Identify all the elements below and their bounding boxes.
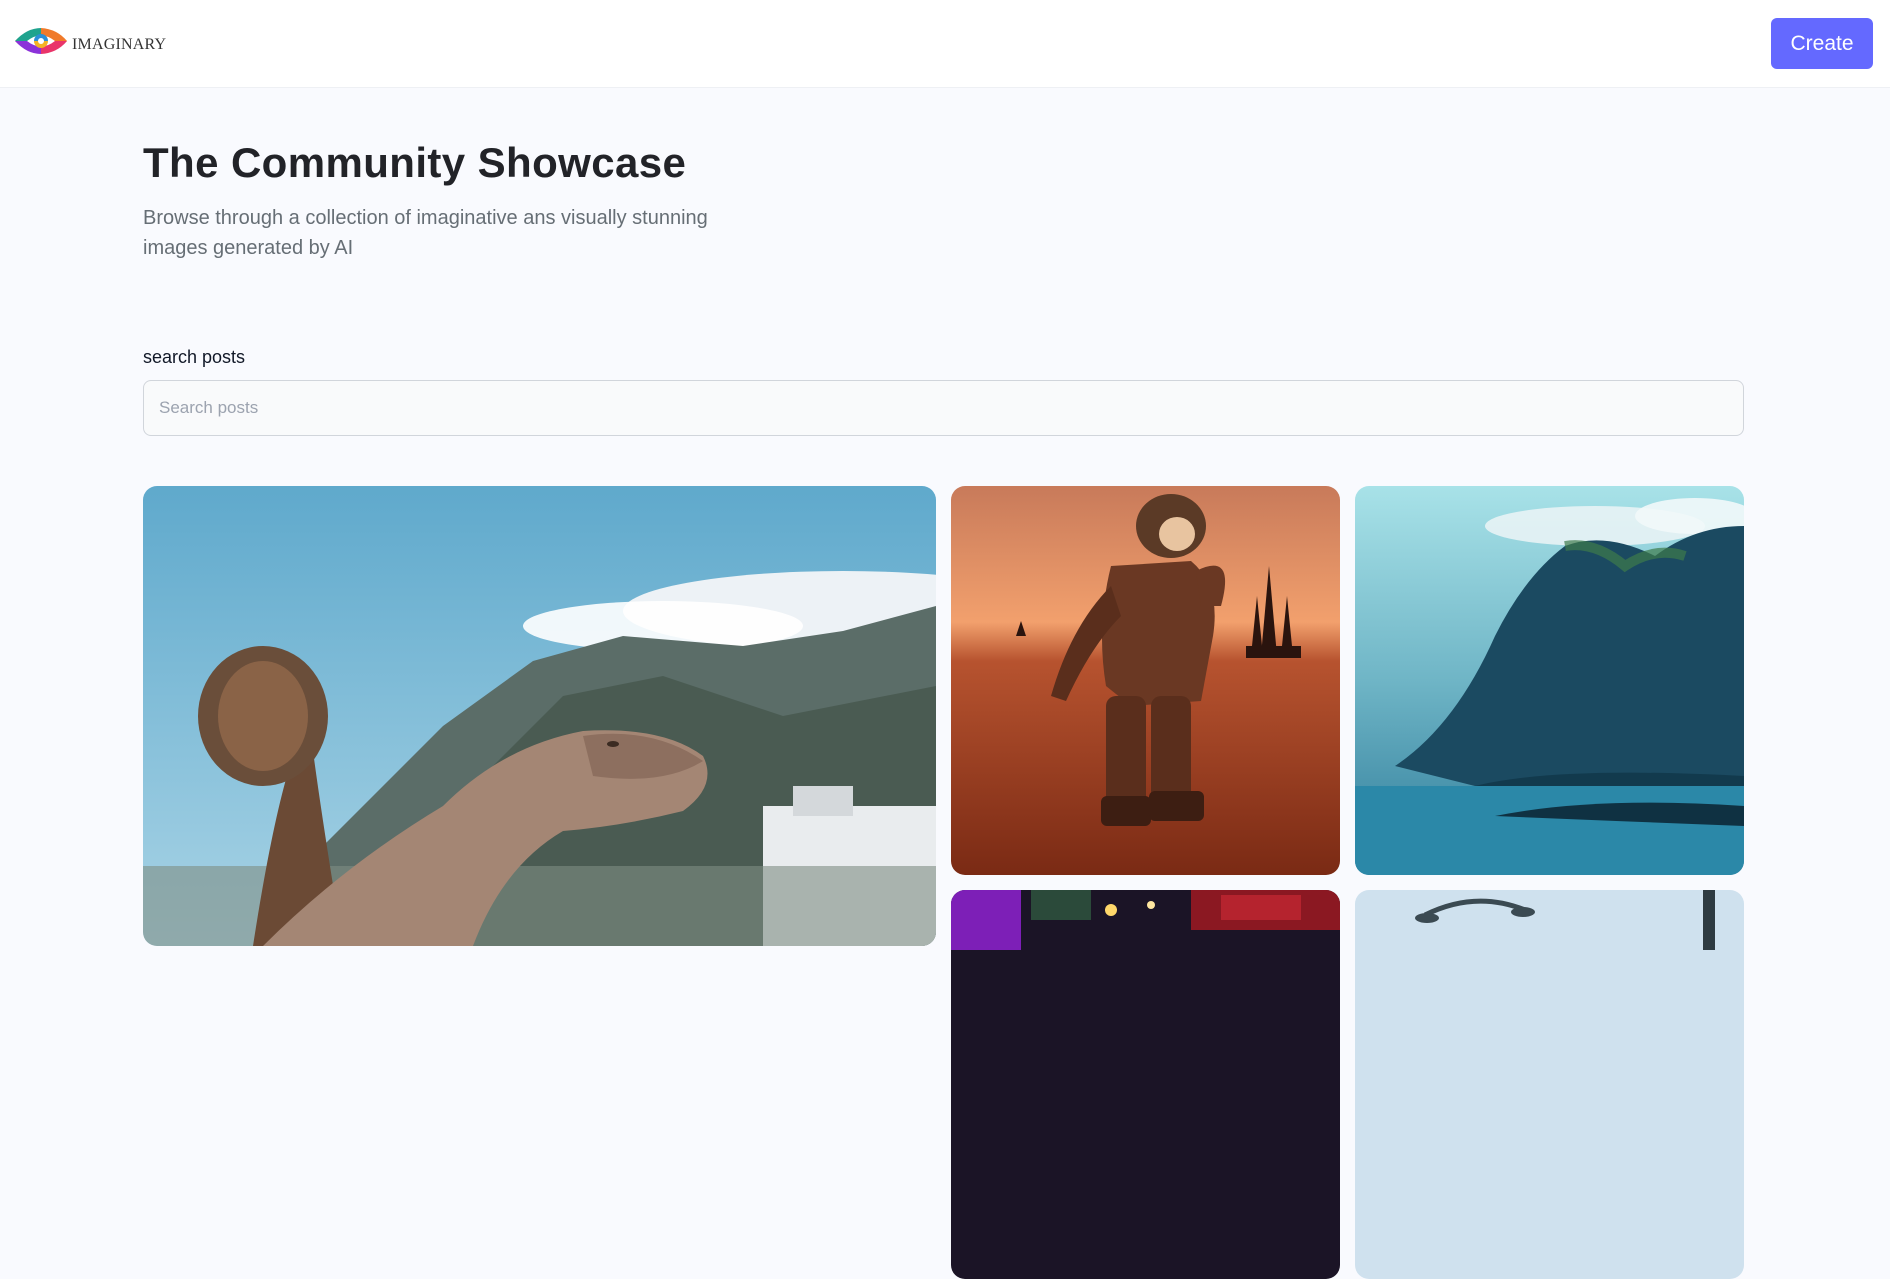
create-button[interactable]: Create	[1771, 18, 1873, 69]
gallery-card-dinosaur[interactable]	[143, 486, 936, 946]
eye-logo-icon	[13, 24, 69, 63]
page-subtitle: Browse through a collection of imaginati…	[143, 207, 708, 259]
lamps-image	[1355, 890, 1744, 1279]
logo[interactable]: IMAGINARY	[13, 24, 166, 63]
dinosaur-image	[143, 486, 936, 946]
page-title: The Community Showcase	[143, 139, 687, 186]
astronaut-image	[951, 486, 1340, 875]
search-input[interactable]	[143, 380, 1744, 436]
gallery-card-coast[interactable]	[1355, 486, 1744, 875]
gallery-card-neon[interactable]	[951, 890, 1340, 1279]
coast-image	[1355, 486, 1744, 875]
image-gallery	[143, 486, 1744, 1279]
neon-image	[951, 890, 1340, 1279]
gallery-card-astronaut[interactable]	[951, 486, 1340, 875]
gallery-card-lamps[interactable]	[1355, 890, 1744, 1279]
showcase-section: The Community Showcase Browse through a …	[0, 139, 1890, 1279]
top-navbar: IMAGINARY Create	[0, 0, 1890, 88]
logo-text: IMAGINARY	[72, 35, 167, 53]
search-label: search posts	[143, 347, 246, 367]
